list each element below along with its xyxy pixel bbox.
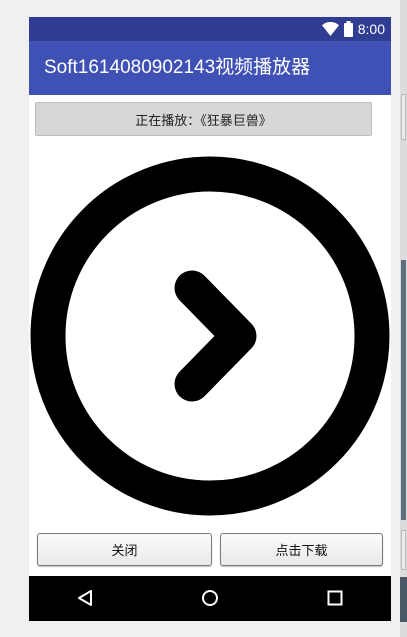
now-playing-button[interactable]: 正在播放：《狂暴巨兽》 [35,102,372,136]
download-button[interactable]: 点击下载 [220,533,383,566]
app-bar: Soft1614080902143视频播放器 [29,41,391,95]
adjacent-panel-strip [401,260,406,520]
play-circle-icon[interactable] [29,155,391,517]
adjacent-panel-strip [400,577,407,622]
video-view[interactable] [29,155,391,517]
adjacent-window-edge [400,0,407,637]
back-icon[interactable] [76,588,96,608]
home-icon[interactable] [200,588,220,608]
wifi-icon [321,22,339,36]
adjacent-panel-strip [401,530,406,570]
adjacent-panel-strip [401,94,406,140]
status-time: 8:00 [357,21,385,37]
app-title: Soft1614080902143视频播放器 [44,57,311,78]
status-bar: 8:00 [29,17,391,41]
close-button[interactable]: 关闭 [37,533,212,566]
navigation-bar [29,576,391,621]
recents-icon[interactable] [325,588,345,608]
phone-screen: 8:00 Soft1614080902143视频播放器 正在播放：《狂暴巨兽》 … [29,17,391,621]
now-playing-label: 正在播放：《狂暴巨兽》 [135,113,272,129]
download-button-label: 点击下载 [275,544,328,559]
close-button-label: 关闭 [111,544,138,559]
battery-icon [343,21,353,37]
